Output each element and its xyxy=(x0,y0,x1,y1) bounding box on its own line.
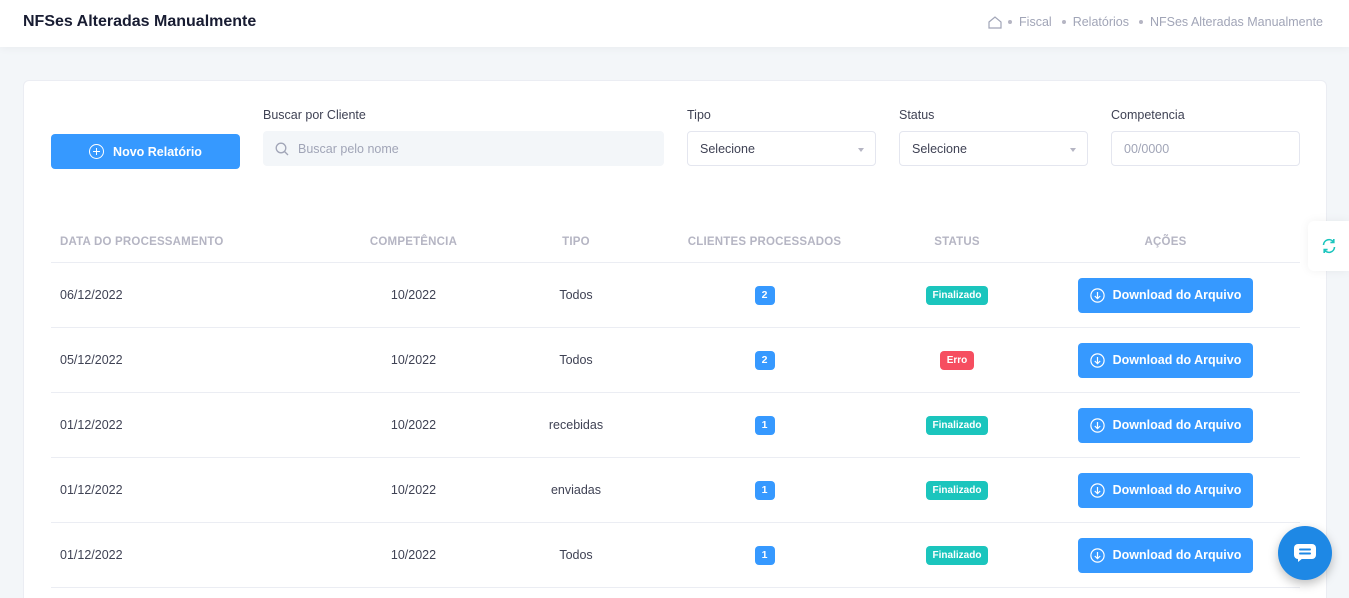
page-title: NFSes Alteradas Manualmente xyxy=(23,13,257,30)
plus-circle-icon xyxy=(89,144,105,159)
row-competencia: 10/2022 xyxy=(390,353,437,367)
row-competencia: 10/2022 xyxy=(390,418,437,432)
download-button[interactable]: Download do Arquivo xyxy=(1078,277,1253,313)
column-header[interactable]: CLIENTES PROCESSADOS xyxy=(646,236,883,248)
download-icon xyxy=(1089,417,1105,433)
row-tipo: enviadas xyxy=(550,483,602,497)
row-competencia: 10/2022 xyxy=(390,548,437,562)
status-badge: Erro xyxy=(939,350,975,370)
new-report-label: Novo Relatório xyxy=(113,144,202,159)
new-report-button[interactable]: Novo Relatório xyxy=(51,134,240,169)
competencia-input[interactable] xyxy=(1124,141,1284,156)
row-tipo: Todos xyxy=(559,288,593,302)
column-header: AÇÕES xyxy=(1144,236,1187,248)
status-badge: Finalizado xyxy=(925,480,989,500)
row-date: 05/12/2022 xyxy=(60,353,123,367)
column-header[interactable]: STATUS xyxy=(883,236,1031,248)
clients-count-badge: 2 xyxy=(754,350,775,370)
chevron-down-icon xyxy=(1070,148,1076,152)
row-date: 06/12/2022 xyxy=(60,288,123,302)
download-button[interactable]: Download do Arquivo xyxy=(1078,537,1253,573)
tipo-select[interactable]: Selecione xyxy=(687,131,876,166)
breadcrumb-relatorios[interactable]: Relatórios xyxy=(1073,15,1129,29)
table-row: 01/12/2022 10/2022 Todos 1 Finalizado Do… xyxy=(51,523,1300,588)
download-icon xyxy=(1089,547,1105,563)
clients-count-badge: 1 xyxy=(754,545,775,565)
table-row: 06/12/2022 10/2022 Todos 2 Finalizado Do… xyxy=(51,263,1300,328)
status-badge: Finalizado xyxy=(925,415,989,435)
status-select-value: Selecione xyxy=(912,141,967,156)
status-badge: Finalizado xyxy=(925,545,989,565)
column-header[interactable]: DATA DO PROCESSAMENTO xyxy=(51,236,321,248)
competencia-field[interactable] xyxy=(1111,131,1300,166)
report-card: Novo Relatório Buscar por Cliente Tipo S… xyxy=(23,80,1327,598)
reports-table: DATA DO PROCESSAMENTO COMPETÊNCIA TIPO C… xyxy=(51,222,1300,588)
competencia-label: Competencia xyxy=(1111,108,1185,122)
status-select[interactable]: Selecione xyxy=(899,131,1088,166)
clients-count-badge: 1 xyxy=(754,480,775,500)
row-competencia: 10/2022 xyxy=(390,483,437,497)
chat-button[interactable] xyxy=(1278,526,1332,580)
search-input[interactable] xyxy=(298,141,638,156)
top-bar: NFSes Alteradas Manualmente Fiscal Relat… xyxy=(0,0,1349,47)
table-header: DATA DO PROCESSAMENTO COMPETÊNCIA TIPO C… xyxy=(51,222,1300,263)
refresh-button[interactable] xyxy=(1308,221,1349,271)
table-row: 05/12/2022 10/2022 Todos 2 Erro Download… xyxy=(51,328,1300,393)
breadcrumb-current: NFSes Alteradas Manualmente xyxy=(1149,15,1323,29)
status-badge: Finalizado xyxy=(925,285,989,305)
column-header[interactable]: COMPETÊNCIA xyxy=(321,236,506,248)
home-icon[interactable] xyxy=(988,15,1002,29)
refresh-icon xyxy=(1322,238,1335,254)
row-date: 01/12/2022 xyxy=(60,548,123,562)
download-label: Download do Arquivo xyxy=(1112,353,1242,367)
download-label: Download do Arquivo xyxy=(1112,418,1242,432)
clients-count-badge: 2 xyxy=(754,285,775,305)
row-tipo: Todos xyxy=(559,548,593,562)
download-label: Download do Arquivo xyxy=(1112,548,1242,562)
row-competencia: 10/2022 xyxy=(390,288,437,302)
download-button[interactable]: Download do Arquivo xyxy=(1078,342,1253,378)
download-button[interactable]: Download do Arquivo xyxy=(1078,407,1253,443)
download-icon xyxy=(1089,287,1105,303)
chevron-down-icon xyxy=(858,148,864,152)
search-box[interactable] xyxy=(263,131,664,166)
breadcrumb-separator xyxy=(1061,20,1066,24)
breadcrumb-fiscal[interactable]: Fiscal xyxy=(1019,15,1052,29)
download-label: Download do Arquivo xyxy=(1112,288,1242,302)
clients-count-badge: 1 xyxy=(754,415,775,435)
table-row: 01/12/2022 10/2022 recebidas 1 Finalizad… xyxy=(51,393,1300,458)
tipo-select-value: Selecione xyxy=(700,141,755,156)
search-label: Buscar por Cliente xyxy=(263,108,366,122)
row-date: 01/12/2022 xyxy=(60,483,123,497)
status-label: Status xyxy=(899,108,935,122)
download-icon xyxy=(1089,352,1105,368)
breadcrumb: Fiscal Relatórios NFSes Alteradas Manual… xyxy=(988,15,1323,29)
search-icon xyxy=(275,142,289,155)
download-icon xyxy=(1089,482,1105,498)
chat-icon xyxy=(1294,544,1316,562)
table-row: 01/12/2022 10/2022 enviadas 1 Finalizado… xyxy=(51,458,1300,523)
column-header[interactable]: TIPO xyxy=(506,236,646,248)
row-date: 01/12/2022 xyxy=(60,418,123,432)
row-tipo: recebidas xyxy=(548,418,604,432)
breadcrumb-separator xyxy=(1138,20,1143,24)
row-tipo: Todos xyxy=(559,353,593,367)
breadcrumb-separator xyxy=(1008,20,1013,24)
download-button[interactable]: Download do Arquivo xyxy=(1078,472,1253,508)
download-label: Download do Arquivo xyxy=(1112,483,1242,497)
tipo-label: Tipo xyxy=(687,108,711,122)
